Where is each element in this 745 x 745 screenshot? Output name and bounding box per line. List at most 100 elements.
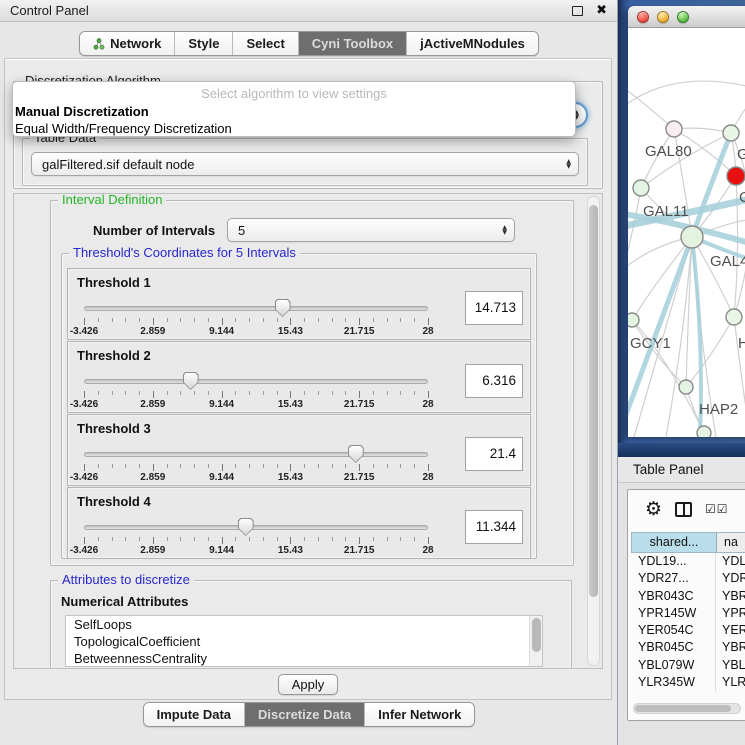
network-edge[interactable] <box>734 176 738 317</box>
attribute-item[interactable]: SelfLoops <box>66 616 542 633</box>
slider-ticks <box>84 390 428 398</box>
gal11-node[interactable] <box>633 180 649 196</box>
name-cell[interactable]: YBR0 <box>716 639 745 656</box>
shared-name-cell[interactable]: YBR043C <box>631 588 716 605</box>
network-edge[interactable] <box>628 81 745 106</box>
shared-name-cell[interactable]: YDL19... <box>631 553 716 570</box>
number-of-intervals-combo[interactable]: 5 ▲▼ <box>227 218 515 242</box>
network-edge[interactable] <box>686 237 692 387</box>
network-edge[interactable] <box>628 88 674 129</box>
slider-track[interactable] <box>84 306 428 311</box>
shared-name-cell[interactable]: YDR27... <box>631 570 716 587</box>
apply-button[interactable]: Apply <box>278 674 338 695</box>
table-row[interactable]: YBR045CYBR0 <box>631 639 745 656</box>
bottom-tab-infer-network[interactable]: Infer Network <box>364 703 474 726</box>
minimize-traffic-light[interactable] <box>657 11 669 23</box>
top-tab-network[interactable]: Network <box>80 32 174 55</box>
attributes-scrollbar[interactable] <box>529 616 542 666</box>
close-traffic-light[interactable] <box>637 11 649 23</box>
red-node[interactable] <box>727 167 745 185</box>
slider-handle[interactable] <box>238 518 254 536</box>
slider-handle[interactable] <box>183 372 199 390</box>
threshold-slider[interactable]: -3.4262.8599.14415.4321.71528 <box>84 524 428 554</box>
zoom-traffic-light[interactable] <box>677 11 689 23</box>
shared-name-cell[interactable]: YPR145W <box>631 605 716 622</box>
hap2-node[interactable] <box>679 380 693 394</box>
algorithm-option[interactable]: Equal Width/Frequency Discretization <box>13 120 575 137</box>
slider-track[interactable] <box>84 379 428 384</box>
shared-name-cell[interactable]: YLR345W <box>631 674 716 691</box>
bottom-tab-discretize-data[interactable]: Discretize Data <box>244 703 364 726</box>
table-row[interactable]: YPR145WYPR1 <box>631 605 745 622</box>
gal4-node[interactable] <box>681 226 703 248</box>
name-cell[interactable]: YPR1 <box>716 605 745 622</box>
shared-name-cell[interactable]: YBL079W <box>631 657 716 674</box>
network-window-titlebar[interactable] <box>628 6 745 28</box>
slider-track[interactable] <box>84 452 428 457</box>
threshold-value-field[interactable]: 11.344 <box>465 510 523 544</box>
gal80-node[interactable] <box>666 121 682 137</box>
name-cell[interactable]: YIL0 <box>716 691 745 692</box>
slider-handle[interactable] <box>275 299 291 317</box>
slider-handle[interactable] <box>348 445 364 463</box>
table-row[interactable]: YLR345WYLR3 <box>631 674 745 691</box>
threshold-value-field[interactable]: 21.4 <box>465 437 523 471</box>
settings-scrollbar-thumb[interactable] <box>589 205 598 597</box>
threshold-slider[interactable]: -3.4262.8599.14415.4321.71528 <box>84 305 428 335</box>
table-horizontal-scrollbar[interactable] <box>633 703 741 714</box>
top-tab-cyni-toolbox[interactable]: Cyni Toolbox <box>298 32 406 55</box>
threshold-value-field[interactable]: 14.713 <box>465 291 523 325</box>
name-cell[interactable]: YDR2 <box>716 570 745 587</box>
close-icon[interactable]: ✖ <box>596 5 607 17</box>
table-row[interactable]: YDR27...YDR2 <box>631 570 745 587</box>
threshold-value-field[interactable]: 6.316 <box>465 364 523 398</box>
network-edge[interactable] <box>734 317 745 408</box>
right-node[interactable] <box>726 309 742 325</box>
numerical-attributes-list[interactable]: SelfLoopsTopologicalCoefficientBetweenne… <box>65 615 543 667</box>
columns-icon[interactable] <box>675 502 692 517</box>
threshold-slider[interactable]: -3.4262.8599.14415.4321.71528 <box>84 451 428 481</box>
network-edge[interactable] <box>686 317 734 387</box>
settings-vertical-scrollbar[interactable] <box>587 196 600 666</box>
table-row[interactable]: YBL079WYBL0 <box>631 657 745 674</box>
algorithm-option[interactable]: Manual Discretization <box>13 103 575 120</box>
name-cell[interactable]: YBR0 <box>716 588 745 605</box>
algorithm-placeholder-item[interactable]: Select algorithm to view settings <box>13 85 575 103</box>
column-header-name[interactable]: na <box>717 533 745 552</box>
threshold-slider[interactable]: -3.4262.8599.14415.4321.71528 <box>84 378 428 408</box>
shared-name-cell[interactable]: YBR045C <box>631 639 716 656</box>
shared-name-cell[interactable]: YER054C <box>631 622 716 639</box>
bottom-tab-impute-data[interactable]: Impute Data <box>144 703 244 726</box>
network-edge[interactable] <box>632 237 692 320</box>
table-row[interactable]: YBR043CYBR0 <box>631 588 745 605</box>
top-tab-jactivemnodules[interactable]: jActiveMNodules <box>406 32 538 55</box>
gcy1-node[interactable] <box>628 313 639 327</box>
top-tab-select[interactable]: Select <box>232 32 297 55</box>
attribute-item[interactable]: TopologicalCoefficient <box>66 633 542 650</box>
network-canvas[interactable]: GAL80GACGAL11GAL4GCY1HHAP2 <box>628 28 745 437</box>
network-icon <box>93 38 105 50</box>
name-cell[interactable]: YLR3 <box>716 674 745 691</box>
float-icon[interactable] <box>572 6 583 16</box>
table-row[interactable]: YIL052CYIL0 <box>631 691 745 692</box>
name-cell[interactable]: YER0 <box>716 622 745 639</box>
bottom-node[interactable] <box>697 426 711 437</box>
top-tab-style[interactable]: Style <box>174 32 232 55</box>
shared-name-cell[interactable]: YIL052C <box>631 691 716 692</box>
gear-icon[interactable]: ⚙ <box>645 500 662 519</box>
column-header-shared-name[interactable]: shared... <box>632 533 717 552</box>
select-columns-checkboxes-icon[interactable]: ☑☑ <box>705 502 729 516</box>
top-tabs: NetworkStyleSelectCyni ToolboxjActiveMNo… <box>79 31 539 56</box>
network-edge-highlighted[interactable] <box>692 133 731 237</box>
table-data-combo[interactable]: galFiltered.sif default node ▲▼ <box>31 152 579 176</box>
name-cell[interactable]: YDL1 <box>716 553 745 570</box>
table-row[interactable]: YER054CYER0 <box>631 622 745 639</box>
attribute-item[interactable]: BetweennessCentrality <box>66 650 542 667</box>
top-right-node[interactable] <box>723 125 739 141</box>
slider-track[interactable] <box>84 525 428 530</box>
table-row[interactable]: YDL19...YDL1 <box>631 553 745 570</box>
name-cell[interactable]: YBL0 <box>716 657 745 674</box>
table-hscrollbar-thumb[interactable] <box>635 705 731 712</box>
table-panel-area: ⚙ ☑☑ shared... na YDL19...YDL1YDR27...YD… <box>618 483 745 745</box>
attributes-scrollbar-thumb[interactable] <box>532 618 541 652</box>
